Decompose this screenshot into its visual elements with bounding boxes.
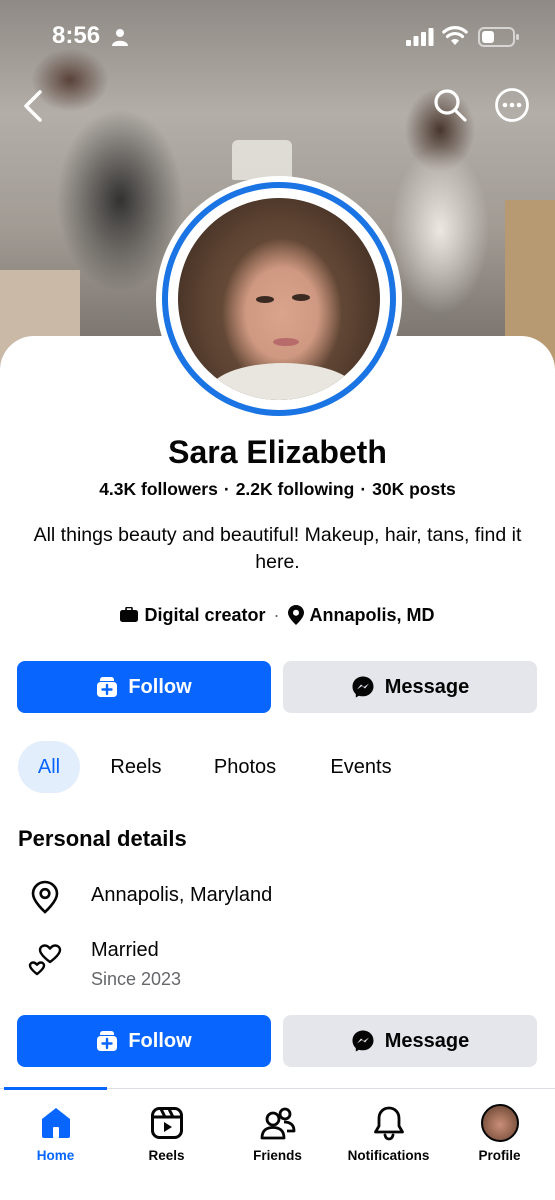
profile-avatar[interactable] — [156, 176, 402, 422]
friends-icon — [260, 1107, 295, 1140]
wifi-icon — [442, 26, 468, 45]
profile-bio: All things beauty and beautiful! Makeup,… — [33, 524, 522, 573]
section-title-personal-details: Personal details — [18, 826, 187, 851]
cover-lamp — [232, 140, 292, 180]
bell-icon — [373, 1106, 404, 1141]
profile-avatar-icon — [480, 1104, 519, 1142]
profile-name: Sara Elizabeth — [168, 434, 387, 470]
story-ring — [162, 182, 396, 416]
follow-button-label: Follow — [128, 1029, 192, 1052]
profile-meta: Digital creator · Annapolis, MD — [0, 602, 555, 628]
avatar-eye-right — [292, 294, 310, 301]
detail-location: Annapolis, Maryland — [91, 884, 273, 906]
status-bar: 8:56 — [0, 0, 555, 72]
stats-separator: · — [223, 479, 230, 499]
following-count[interactable]: 2.2K following — [236, 479, 355, 499]
avatar-photo — [178, 198, 380, 400]
follow-button-label: Follow — [128, 675, 192, 698]
message-button-label: Message — [384, 675, 470, 698]
nav-friends-label: Friends — [253, 1148, 302, 1163]
location-pin-outline-icon — [31, 880, 59, 914]
detail-relationship-since: Since 2023 — [91, 969, 182, 989]
search-icon[interactable] — [432, 87, 468, 123]
avatar-lips — [273, 338, 299, 346]
nav-notifications-label: Notifications — [347, 1148, 430, 1163]
followers-count[interactable]: 4.3K followers — [99, 479, 218, 499]
follow-icon — [97, 677, 118, 697]
profile-category: Digital creator — [144, 604, 266, 625]
avatar-shirt — [208, 363, 358, 400]
message-button-secondary[interactable]: Message — [283, 1015, 537, 1067]
nav-home[interactable]: Home — [0, 1089, 111, 1179]
back-icon[interactable] — [18, 88, 50, 124]
tab-events[interactable]: Events — [320, 741, 402, 793]
profile-location: Annapolis, MD — [309, 604, 435, 625]
follow-icon — [97, 1031, 118, 1051]
person-icon — [112, 29, 128, 46]
location-pin-icon — [287, 605, 304, 625]
messenger-icon — [352, 676, 374, 698]
stats-separator: · — [360, 479, 367, 499]
nav-notifications[interactable]: Notifications — [333, 1089, 444, 1179]
tab-all[interactable]: All — [18, 741, 80, 793]
tab-photos[interactable]: Photos — [202, 741, 288, 793]
nav-reels[interactable]: Reels — [111, 1089, 222, 1179]
meta-separator: · — [273, 604, 280, 625]
detail-relationship: Married — [91, 939, 159, 961]
battery-icon — [478, 27, 519, 47]
home-icon — [41, 1108, 70, 1138]
message-button[interactable]: Message — [283, 661, 537, 713]
nav-reels-label: Reels — [148, 1148, 185, 1163]
messenger-icon — [352, 1030, 374, 1052]
more-options-icon[interactable] — [494, 87, 530, 123]
nav-home-label: Home — [36, 1148, 75, 1163]
hearts-icon — [28, 944, 62, 976]
follow-button[interactable]: Follow — [17, 661, 271, 713]
bottom-tab-bar: Home Reels Friends Notifications Profile — [0, 1087, 555, 1200]
tab-reels[interactable]: Reels — [102, 741, 170, 793]
posts-count: 30K posts — [372, 479, 456, 499]
avatar-eye-left — [256, 296, 274, 303]
nav-profile-label: Profile — [478, 1148, 521, 1163]
follow-button-secondary[interactable]: Follow — [17, 1015, 271, 1067]
nav-friends[interactable]: Friends — [222, 1089, 333, 1179]
briefcase-icon — [120, 607, 139, 622]
status-time: 8:56 — [52, 22, 101, 49]
signal-icon — [406, 28, 434, 46]
message-button-label: Message — [384, 1029, 470, 1052]
nav-profile[interactable]: Profile — [444, 1089, 555, 1179]
reels-icon — [150, 1107, 183, 1139]
profile-stats: 4.3K followers · 2.2K following · 30K posts — [0, 479, 555, 500]
